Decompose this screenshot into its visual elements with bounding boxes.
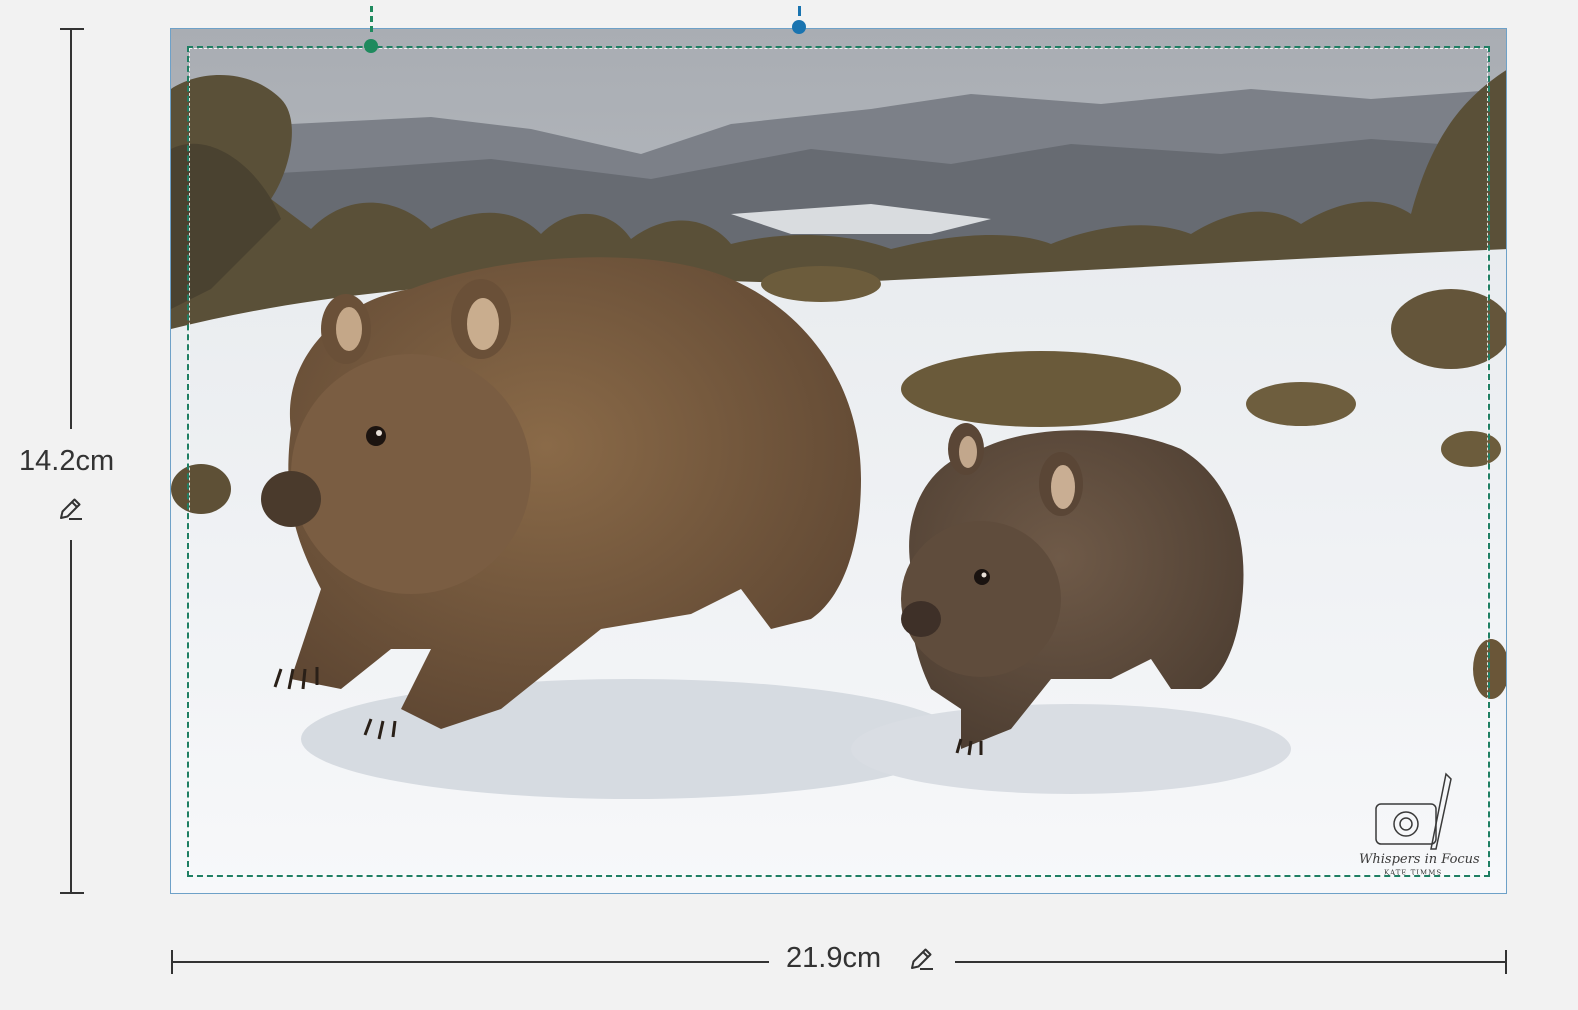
- height-dimension-label: 14.2cm: [19, 445, 115, 477]
- edit-width-pencil-icon[interactable]: [906, 944, 936, 974]
- image-canvas[interactable]: Whispers in Focus KATE TIMMS: [170, 28, 1507, 894]
- height-dimension-line-upper: [70, 29, 72, 429]
- edit-height-pencil-icon[interactable]: [55, 494, 85, 524]
- left-crop-handle-icon[interactable]: [364, 39, 378, 53]
- wombats-in-snow-photo: [171, 29, 1506, 893]
- top-crop-handle-icon[interactable]: [792, 20, 806, 34]
- height-dimension-line-lower: [70, 540, 72, 893]
- watermark-subtitle: KATE TIMMS: [1384, 869, 1443, 877]
- height-dimension-bottom-tick: [60, 892, 84, 894]
- width-dimension-line-right: [955, 961, 1506, 963]
- watermark-title: Whispers in Focus: [1359, 852, 1480, 867]
- left-handle-stem: [370, 6, 376, 32]
- width-dimension-line-left: [172, 961, 769, 963]
- width-dimension-right-tick: [1505, 950, 1507, 974]
- right-handle-stem: [798, 6, 804, 16]
- height-dimension-top-tick: [60, 28, 84, 30]
- width-dimension-label: 21.9cm: [786, 942, 882, 974]
